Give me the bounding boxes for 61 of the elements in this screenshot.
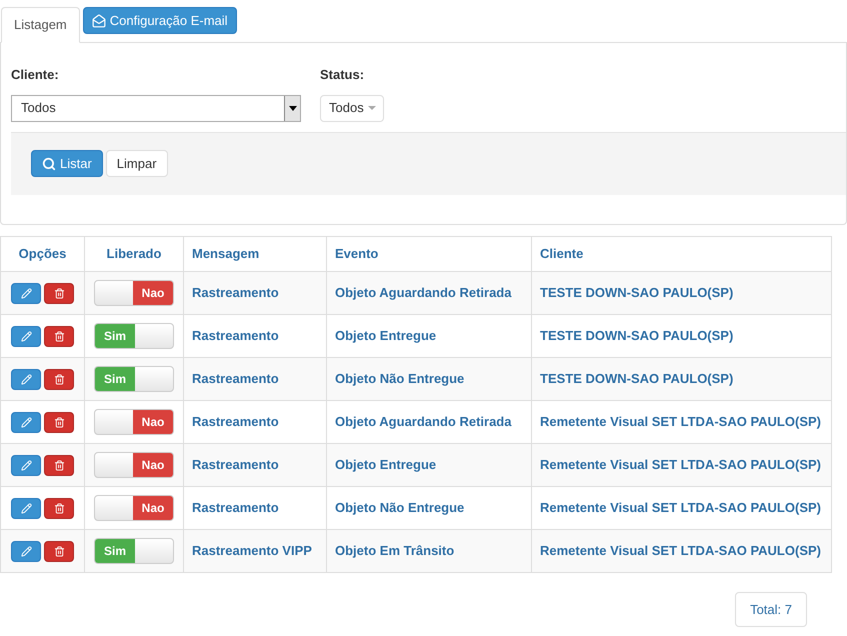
table-cell: Objeto Em Trânsito	[326, 530, 532, 572]
delete-button[interactable]	[44, 326, 74, 346]
edit-button[interactable]	[11, 282, 41, 304]
trash-icon	[54, 288, 64, 298]
total-count: Total: 7	[735, 592, 807, 627]
toggle-switch[interactable]: Sim	[94, 323, 174, 349]
trash-icon	[54, 416, 64, 428]
toggle-label: Nao	[133, 453, 173, 477]
pencil-icon	[20, 416, 32, 428]
tab[interactable]: Listagem	[1, 7, 80, 43]
toggle-label: Nao	[133, 410, 173, 434]
listar-button[interactable]: Listar	[31, 150, 103, 177]
trash-icon	[54, 460, 64, 470]
column-header: Opções	[0, 236, 84, 272]
delete-button[interactable]	[44, 412, 74, 432]
toggle-switch[interactable]: Nao	[94, 280, 174, 306]
delete-button[interactable]	[44, 540, 74, 562]
trash-icon	[54, 330, 64, 342]
status-select[interactable]: Todos	[320, 94, 384, 122]
toggle-label: Sim	[95, 539, 135, 563]
edit-button[interactable]	[11, 412, 41, 432]
field-label: Cliente:	[11, 66, 60, 84]
toggle-label: Sim	[95, 324, 135, 348]
toggle-switch[interactable]: Nao	[94, 495, 174, 521]
trash-icon	[54, 502, 64, 514]
table-cell: Remetente Visual SET LTDA-SAO PAULO(SP)	[532, 530, 832, 572]
edit-button[interactable]	[11, 498, 41, 518]
toggle-label: Nao	[133, 496, 173, 520]
edit-button[interactable]	[11, 368, 41, 390]
delete-button[interactable]	[44, 454, 74, 476]
field-label: Status:	[320, 66, 366, 84]
pencil-icon	[20, 546, 32, 556]
toggle-label: Nao	[133, 281, 173, 305]
caret-icon	[368, 106, 376, 110]
column-header: Cliente	[532, 236, 832, 272]
pencil-icon	[20, 330, 32, 342]
limpar-button[interactable]: Limpar	[106, 150, 168, 177]
cliente-select[interactable]: Todos	[11, 94, 301, 122]
edit-button[interactable]	[11, 540, 41, 562]
pencil-icon	[20, 502, 32, 514]
search-icon	[42, 156, 56, 170]
toggle-switch[interactable]: Sim	[94, 538, 174, 564]
column-header: Evento	[326, 236, 532, 272]
toggle-switch[interactable]: Nao	[94, 452, 174, 478]
toggle-switch[interactable]: Sim	[94, 366, 174, 392]
pencil-icon	[20, 288, 32, 298]
pencil-icon	[20, 460, 32, 470]
delete-button[interactable]	[44, 498, 74, 518]
edit-button[interactable]	[11, 326, 41, 346]
toggle-switch[interactable]: Nao	[94, 409, 174, 435]
toggle-label: Sim	[95, 367, 135, 391]
pencil-icon	[20, 374, 32, 384]
delete-button[interactable]	[44, 368, 74, 390]
envelope-icon	[92, 14, 106, 28]
trash-icon	[54, 546, 64, 556]
column-header: Mensagem	[184, 236, 326, 272]
delete-button[interactable]	[44, 282, 74, 304]
edit-button[interactable]	[11, 454, 41, 476]
trash-icon	[54, 374, 64, 384]
tab[interactable]: Configuração E-mail	[82, 7, 237, 34]
table-cell: Rastreamento VIPP	[184, 530, 326, 572]
